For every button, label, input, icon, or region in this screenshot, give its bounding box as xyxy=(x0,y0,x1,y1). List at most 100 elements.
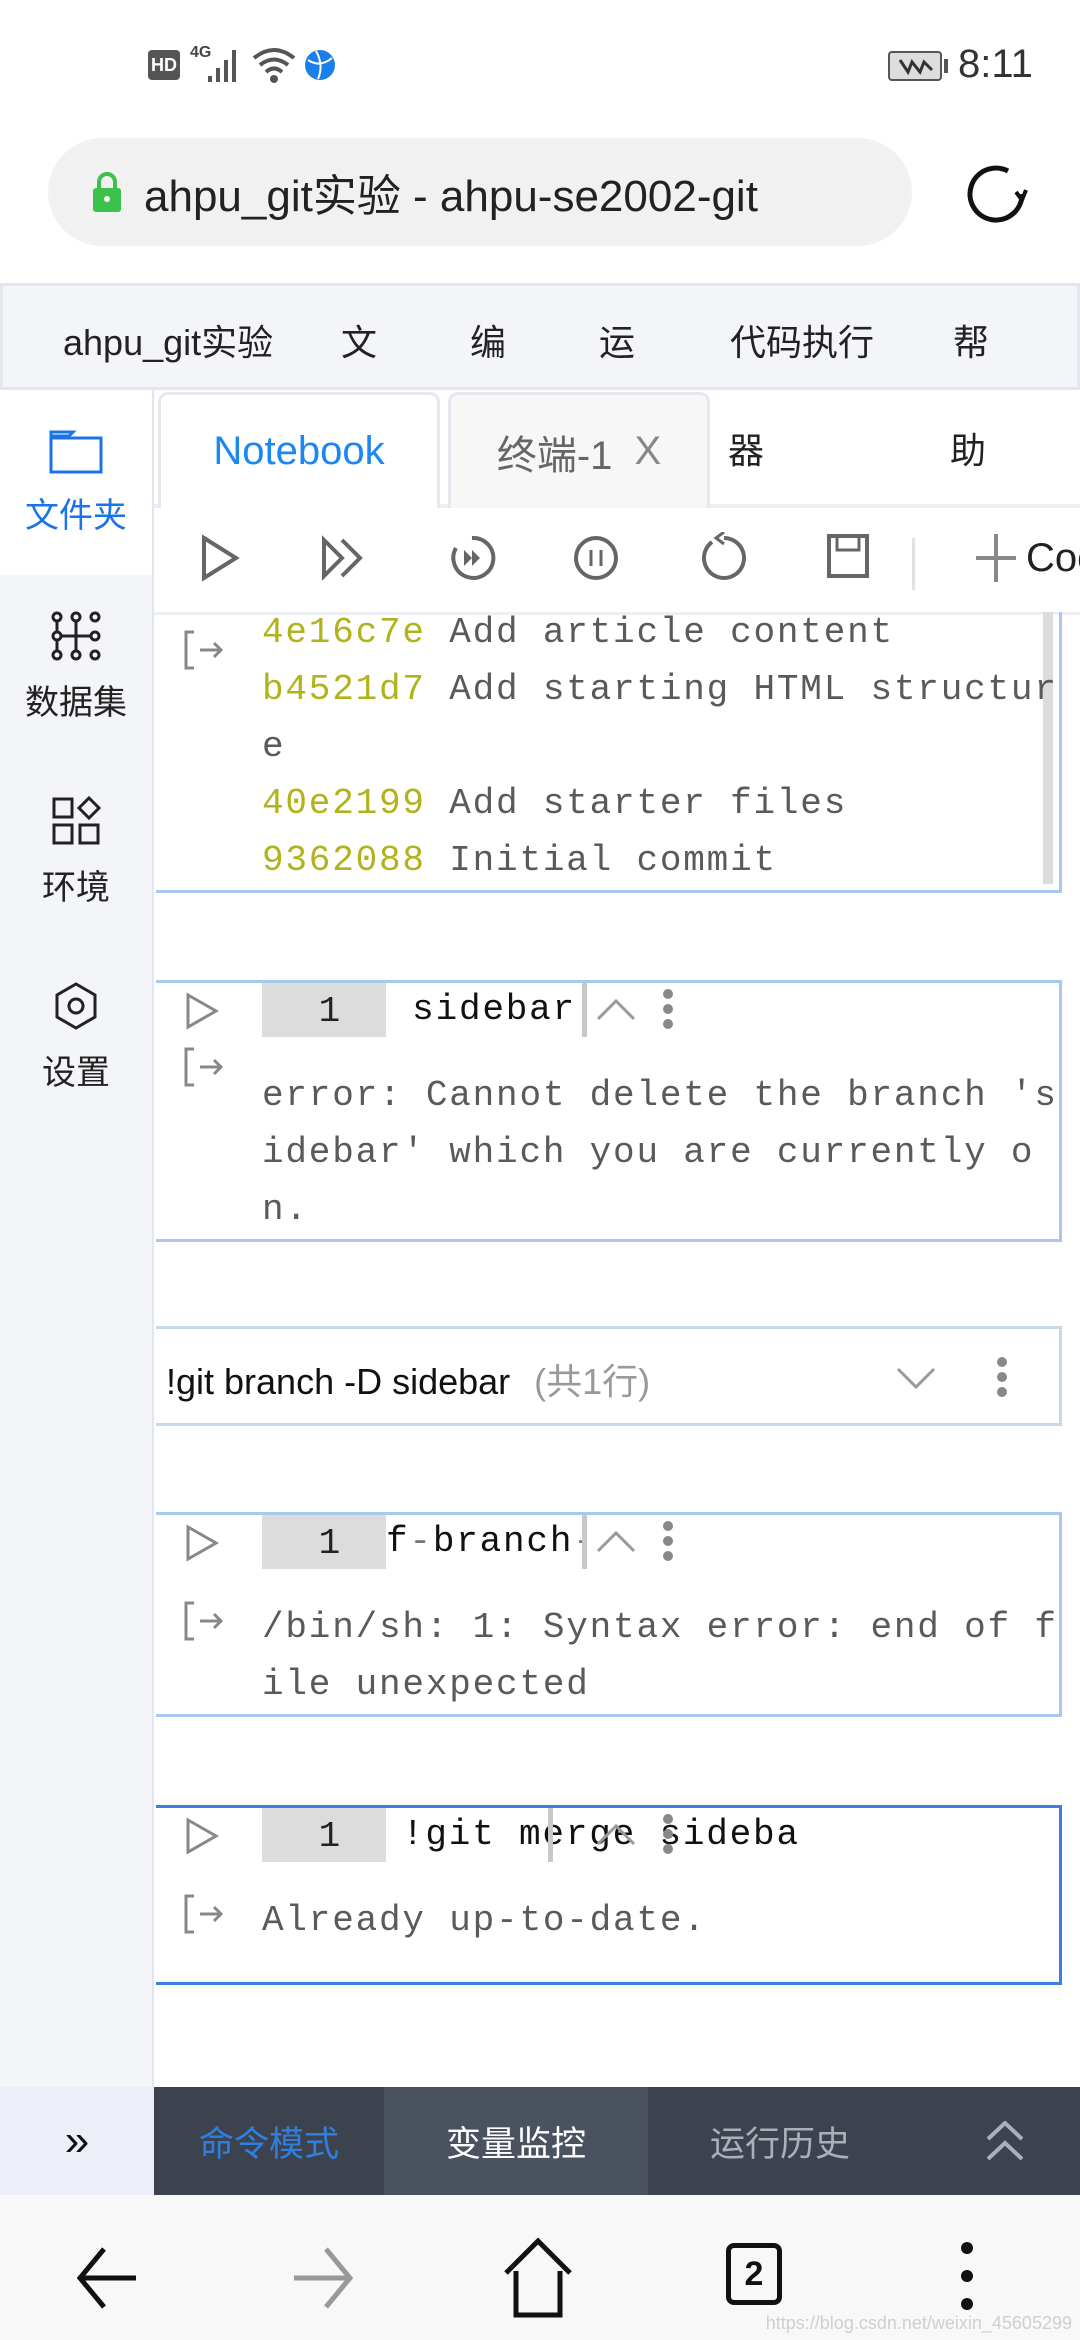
wifi-icon xyxy=(252,48,296,83)
expand-sidebar-icon[interactable]: » xyxy=(0,2087,154,2195)
collapse-chevron-up-icon[interactable] xyxy=(596,1529,636,1553)
signal-icon xyxy=(208,50,236,82)
tab-bar: Notebook 终端-1 X 器 助 xyxy=(154,390,1080,508)
tab-label: 终端-1 xyxy=(496,433,613,478)
add-code-label: Coc xyxy=(1026,535,1080,580)
run-cell-icon[interactable] xyxy=(184,991,220,1031)
sidebar-item-environment[interactable]: 环境 xyxy=(0,760,152,945)
restart-icon[interactable] xyxy=(698,532,746,584)
run-cell-icon[interactable] xyxy=(184,1523,220,1563)
expand-chevron-down-icon[interactable] xyxy=(896,1367,936,1391)
toolbar-divider xyxy=(912,538,915,590)
sidebar-item-label: 数据集 xyxy=(25,684,127,722)
add-code-cell-button[interactable]: Coc xyxy=(974,530,1080,586)
menu-run[interactable]: 运 xyxy=(599,314,635,366)
plus-icon xyxy=(976,534,1016,582)
collapsed-cell[interactable]: !git branch -D sidebar (共1行) xyxy=(156,1326,1062,1426)
output-line: 9362088 Initial commit xyxy=(262,840,777,881)
tab-label: Notebook xyxy=(213,429,385,473)
save-icon[interactable] xyxy=(826,532,870,584)
scrollbar[interactable] xyxy=(582,1515,587,1569)
bottom-panel-bar: » 命令模式 变量监控 运行历史 xyxy=(0,2087,1080,2195)
collapsed-code: !git branch -D sidebar (共1行) xyxy=(166,1361,651,1402)
line-number: 1 xyxy=(262,1515,386,1569)
output-line: n. xyxy=(262,1189,309,1230)
code-input[interactable]: ​ xyxy=(386,981,582,1038)
cell-output-log[interactable]: 4e16c7e Add article content b4521d7 Add … xyxy=(156,612,1062,893)
tab-run-history[interactable]: 运行历史 xyxy=(648,2087,912,2195)
scrollbar[interactable] xyxy=(582,983,587,1037)
sidebar-item-dataset[interactable]: 数据集 xyxy=(0,575,152,760)
forward-arrow-icon[interactable] xyxy=(290,2245,356,2311)
more-options-icon[interactable] xyxy=(662,989,674,1029)
sidebar-item-label: 设置 xyxy=(42,1054,110,1092)
reload-icon[interactable] xyxy=(962,160,1030,228)
more-options-icon[interactable] xyxy=(662,1814,674,1854)
run-all-icon[interactable] xyxy=(320,532,368,584)
sidebar-item-settings[interactable]: 设置 xyxy=(0,945,152,1130)
tab-overflow-1[interactable]: 器 xyxy=(728,422,764,474)
notebook-cells[interactable]: 4e16c7e Add article content b4521d7 Add … xyxy=(156,612,1080,2087)
clock: 8:11 xyxy=(958,42,1033,86)
menu-edit[interactable]: 编 xyxy=(470,314,506,366)
page-title: ahpu_git实验 - ahpu-se2002-git xyxy=(144,172,758,221)
interrupt-icon[interactable] xyxy=(572,532,620,584)
hd-icon: HD xyxy=(148,50,180,80)
browser-globe-icon xyxy=(305,50,335,80)
watermark: https://blog.csdn.net/weixin_45605299 xyxy=(765,2313,1072,2333)
output-line: idebar' which you are currently o xyxy=(262,1132,1035,1173)
collapse-chevron-up-icon[interactable] xyxy=(596,997,636,1021)
output-line: b4521d7 Add starting HTML structur xyxy=(262,669,1058,710)
back-arrow-icon[interactable] xyxy=(74,2245,140,2311)
output-icon xyxy=(184,630,224,670)
address-bar[interactable]: ahpu_git实验 - ahpu-se2002-git xyxy=(48,138,912,246)
tab-terminal-1[interactable]: 终端-1 X xyxy=(448,392,710,508)
notebook-toolbar: Coc xyxy=(154,510,1080,615)
menu-help[interactable]: 帮 xyxy=(953,314,989,366)
browser-nav-bar: 2 https://blog.csdn.net/weixin_45605299 xyxy=(0,2195,1080,2340)
code-input[interactable]: f-branch-to-merge-in> xyxy=(386,1513,582,1570)
run-cell-icon[interactable] xyxy=(184,1816,220,1856)
menu-bar: ahpu_git实验 文 编 运 代码执行 帮 xyxy=(0,283,1080,390)
battery-icon xyxy=(888,51,948,81)
more-options-icon[interactable] xyxy=(996,1357,1008,1397)
settings-icon xyxy=(55,982,97,1030)
menu-code-execution[interactable]: 代码执行 xyxy=(730,314,874,366)
home-icon[interactable] xyxy=(502,2237,574,2319)
tab-command-mode[interactable]: 命令模式 xyxy=(154,2087,384,2195)
notebook-title: ahpu_git实验 xyxy=(63,322,274,363)
output-line: ile unexpected xyxy=(262,1664,590,1705)
more-options-icon[interactable] xyxy=(662,1521,674,1561)
output-line: 4e16c7e Add article content xyxy=(262,612,894,653)
tab-overflow-2[interactable]: 助 xyxy=(950,422,986,474)
output-icon xyxy=(184,1601,224,1641)
output-line: 40e2199 Add starter files xyxy=(262,783,848,824)
output-icon xyxy=(184,1894,224,1934)
scrollbar[interactable] xyxy=(548,1808,553,1862)
output-line: /bin/sh: 1: Syntax error: end of f xyxy=(262,1607,1058,1648)
scrollbar[interactable] xyxy=(1043,612,1053,884)
line-number: 1 xyxy=(262,1808,386,1862)
menu-file[interactable]: 文 xyxy=(341,314,377,366)
output-icon xyxy=(184,1047,224,1087)
close-icon[interactable]: X xyxy=(634,429,661,474)
expand-panel-chevron-up-icon[interactable] xyxy=(984,2121,1026,2163)
line-number: 1 xyxy=(262,983,386,1037)
restart-run-all-icon[interactable] xyxy=(448,532,496,584)
sidebar-item-folder[interactable]: 文件夹 xyxy=(0,390,152,575)
dataset-icon xyxy=(51,611,101,661)
code-cell-selected[interactable]: 1 !git merge sidebar Already up-to-date. xyxy=(156,1805,1062,1985)
tab-notebook[interactable]: Notebook xyxy=(158,392,440,508)
output-line: error: Cannot delete the branch 's xyxy=(262,1075,1058,1116)
output-line: e xyxy=(262,726,286,767)
browser-menu-icon[interactable] xyxy=(960,2241,974,2311)
code-cell[interactable]: 1 git branch -d sidebar ​ error: Cannot … xyxy=(156,980,1062,1242)
tab-variable-monitor[interactable]: 变量监控 xyxy=(384,2087,648,2195)
collapse-chevron-up-icon[interactable] xyxy=(596,1822,636,1846)
status-bar: HD 4G 8:11 xyxy=(0,0,1080,120)
sidebar: 文件夹 数据集 环境 设置 xyxy=(0,390,154,2087)
run-icon[interactable] xyxy=(198,532,242,584)
sidebar-item-label: 环境 xyxy=(42,869,110,907)
tab-switcher-button[interactable]: 2 xyxy=(726,2243,782,2305)
code-cell[interactable]: 1 f-branch-to-merge-in> /bin/sh: 1: Synt… xyxy=(156,1512,1062,1717)
